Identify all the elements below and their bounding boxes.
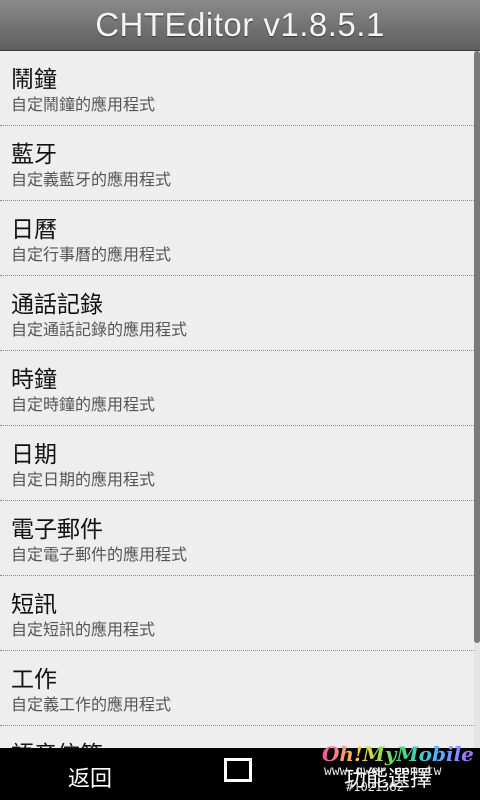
list-item-subtitle: 自定短訊的應用程式: [11, 620, 156, 639]
list-item-title: 短訊: [11, 592, 57, 618]
back-button[interactable]: 返回: [68, 761, 112, 793]
list-item-subtitle: 自定行事曆的應用程式: [11, 245, 172, 264]
list-item-title: 工作: [11, 667, 57, 693]
list-item-title: 通話記錄: [11, 292, 103, 318]
list-item-title: 語音信箱: [11, 735, 103, 748]
list-item-calendar[interactable]: 日曆 自定行事曆的應用程式: [0, 201, 474, 276]
list-item-subtitle: 自定時鐘的應用程式: [11, 395, 156, 414]
list-item-tasks[interactable]: 工作 自定義工作的應用程式: [0, 651, 474, 726]
menu-button[interactable]: 功能選擇: [344, 761, 432, 793]
list-item-title: 日期: [11, 442, 57, 468]
list-item-subtitle: 自定通話記錄的應用程式: [11, 320, 188, 339]
app-title: CHTEditor v1.8.5.1: [95, 6, 385, 43]
list-item-title: 電子郵件: [11, 517, 103, 543]
list-item-title: 日曆: [11, 217, 57, 243]
list-item-clock[interactable]: 時鐘 自定時鐘的應用程式: [0, 351, 474, 426]
list-item-date[interactable]: 日期 自定日期的應用程式: [0, 426, 474, 501]
list-item-title: 時鐘: [11, 367, 57, 393]
list-item-call-log[interactable]: 通話記錄 自定通話記錄的應用程式: [0, 276, 474, 351]
list-item-voicemail[interactable]: 語音信箱: [0, 726, 474, 748]
bottom-bar: 返回 功能選擇: [0, 748, 480, 800]
list-item-subtitle: 自定義藍牙的應用程式: [11, 170, 172, 189]
title-bar: CHTEditor v1.8.5.1: [0, 0, 480, 51]
settings-list[interactable]: 鬧鐘 自定鬧鐘的應用程式 藍牙 自定義藍牙的應用程式 日曆 自定行事曆的應用程式…: [0, 51, 474, 748]
list-scrollbar[interactable]: [474, 51, 480, 748]
home-square-icon[interactable]: [224, 758, 252, 782]
list-item-alarm[interactable]: 鬧鐘 自定鬧鐘的應用程式: [0, 51, 474, 126]
list-item-subtitle: 自定日期的應用程式: [11, 470, 156, 489]
list-item-subtitle: 自定義工作的應用程式: [11, 695, 172, 714]
list-item-sms[interactable]: 短訊 自定短訊的應用程式: [0, 576, 474, 651]
scrollbar-thumb[interactable]: [474, 51, 480, 643]
list-item-subtitle: 自定電子郵件的應用程式: [11, 545, 188, 564]
list-item-email[interactable]: 電子郵件 自定電子郵件的應用程式: [0, 501, 474, 576]
list-item-subtitle: 自定鬧鐘的應用程式: [11, 95, 156, 114]
list-item-title: 鬧鐘: [11, 67, 57, 93]
list-item-bluetooth[interactable]: 藍牙 自定義藍牙的應用程式: [0, 126, 474, 201]
list-item-title: 藍牙: [11, 142, 57, 168]
